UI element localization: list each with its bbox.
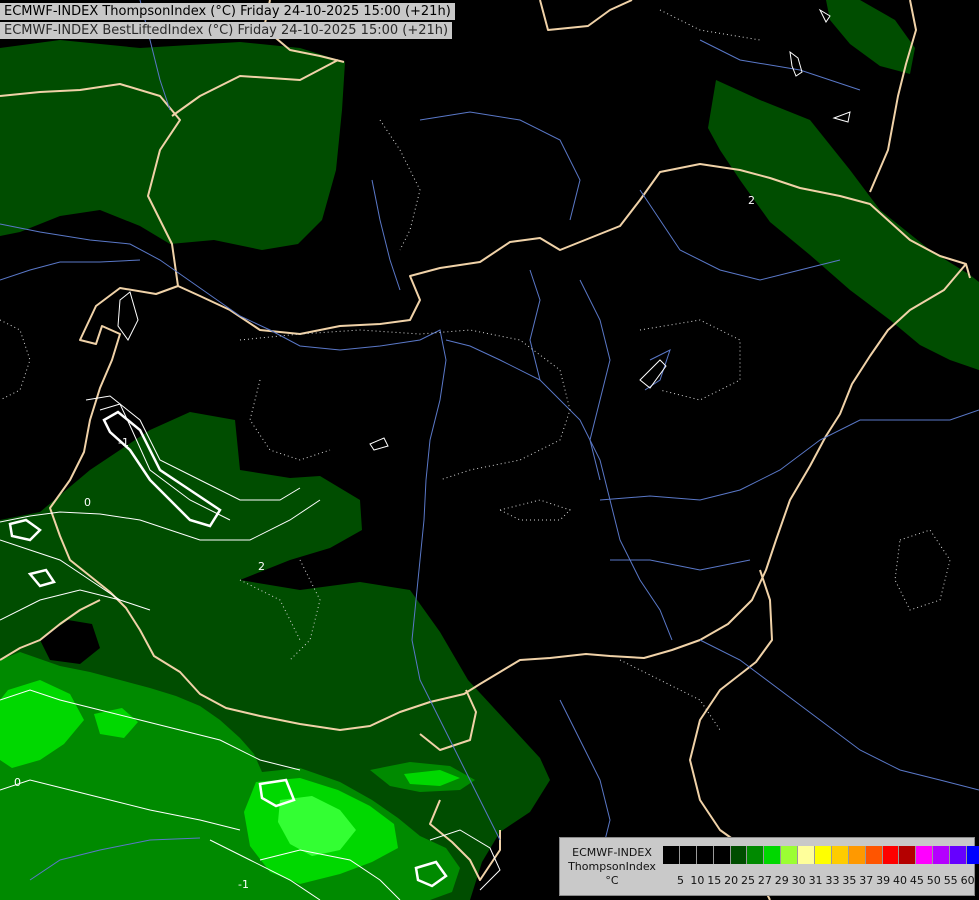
header-line-1: ECMWF-INDEX ThompsonIndex (°C) Friday 24…: [0, 3, 455, 20]
legend-label: 60: [960, 874, 975, 887]
legend-swatch: [865, 846, 883, 864]
legend-swatch: [882, 846, 900, 864]
contour-label: -1: [118, 436, 129, 449]
legend-swatch: [679, 846, 697, 864]
contour-label: 0: [84, 496, 91, 509]
legend-swatch: [848, 846, 866, 864]
legend-swatch: [831, 846, 849, 864]
legend-label: 40: [893, 874, 908, 887]
legend-label: 30: [791, 874, 806, 887]
legend-swatch: [950, 846, 968, 864]
legend-label: 27: [757, 874, 772, 887]
legend-label: 25: [741, 874, 755, 887]
legend-label: 20: [724, 874, 739, 887]
contour-label: 0: [14, 776, 21, 789]
contour-label: -1: [238, 878, 249, 891]
legend-label: 29: [774, 874, 789, 887]
legend-swatch: [764, 846, 782, 864]
legend-label: 45: [909, 874, 924, 887]
legend-label: 33: [825, 874, 840, 887]
legend-swatch: [747, 846, 765, 864]
legend-swatch: [696, 846, 714, 864]
legend-label: 37: [859, 874, 874, 887]
weather-map: 2 0 -1 2 0 -1: [0, 0, 979, 900]
contour-label: 2: [748, 194, 755, 207]
legend-label: 5: [676, 874, 684, 887]
legend-swatch: [967, 846, 979, 864]
legend-swatch: [899, 846, 917, 864]
legend-swatch: [713, 846, 731, 864]
legend-swatch: [815, 846, 832, 864]
legend-label: 15: [707, 874, 722, 887]
legend-title: ECMWF-INDEX ThompsonIndex °C: [564, 846, 660, 888]
legend-label: 39: [876, 874, 891, 887]
legend-title-line: °C: [605, 874, 619, 887]
legend-swatch: [730, 846, 748, 864]
contour-label: 2: [258, 560, 265, 573]
legend-swatch: [916, 846, 934, 864]
legend-label: 50: [926, 874, 941, 887]
legend-label: 10: [690, 874, 705, 887]
legend-swatch: [781, 846, 799, 864]
legend-title-line: ECMWF-INDEX: [572, 846, 652, 859]
legend-swatches: [663, 846, 979, 864]
legend-labels: 5 10 15 20 25 27 29 30 31 33 35 37 39 40 45 50 55 60: [672, 874, 976, 887]
shade-northwest: [0, 40, 345, 250]
header-line-2: ECMWF-INDEX BestLiftedIndex (°C) Friday …: [0, 22, 453, 39]
legend-swatch: [798, 846, 816, 864]
legend-title-line: ThompsonIndex: [568, 860, 656, 873]
legend-label: 35: [842, 874, 857, 887]
legend-label: 55: [943, 874, 958, 887]
legend-swatch: [933, 846, 951, 864]
color-legend: ECMWF-INDEX ThompsonIndex °C 5 10 15 20 25 27…: [559, 837, 979, 896]
legend-label: 31: [808, 874, 823, 887]
legend-swatch: [663, 846, 680, 864]
